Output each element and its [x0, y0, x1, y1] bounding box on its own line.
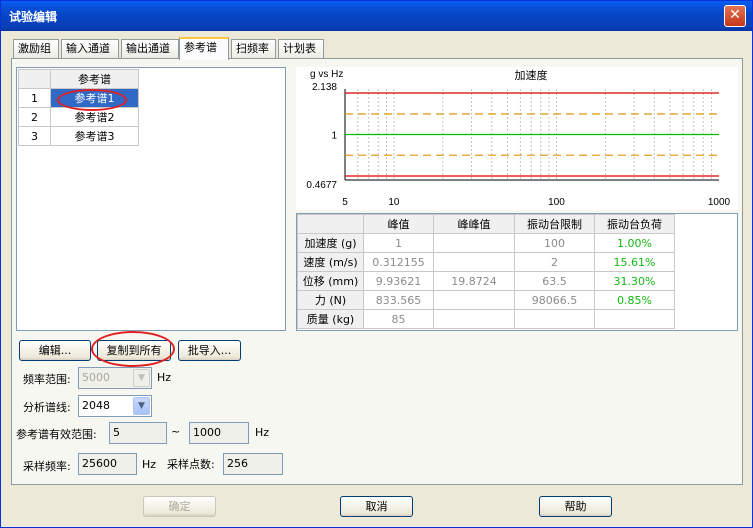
edit-button[interactable]: 编辑...: [19, 340, 91, 361]
x-tick-label: 10: [388, 197, 400, 208]
cell-load: 15.61%: [594, 252, 675, 272]
cell-peak-to-peak: 19.8724: [433, 271, 515, 291]
valid-range-unit: Hz: [255, 426, 270, 439]
cell-limit: 98066.5: [514, 290, 595, 310]
table-row[interactable]: 3 参考谱3: [18, 126, 139, 146]
sample-points-field[interactable]: 256: [223, 453, 283, 475]
cell-peak-to-peak: [433, 290, 515, 310]
table-row: 力 (N) 833.565 98066.5 0.85%: [297, 290, 675, 310]
chart-svg: 加速度 g vs Hz 2.138 1 0.4677 5 10 100 1000: [306, 68, 731, 208]
cell-peak-to-peak: [433, 233, 515, 253]
help-button[interactable]: 帮助: [539, 496, 612, 517]
freq-range-value: 5000: [82, 371, 110, 384]
valid-range-label: 参考谱有效范围:: [16, 428, 97, 441]
table-row[interactable]: 2 参考谱2: [18, 107, 139, 127]
y-axis-label: g vs Hz: [310, 69, 343, 80]
row-index: 3: [18, 126, 51, 146]
cell-peak-to-peak: [433, 252, 515, 272]
sample-rate-unit: Hz: [142, 458, 157, 471]
freq-range-label: 频率范围:: [23, 373, 71, 386]
cell-load: [594, 309, 675, 329]
row-index: 1: [18, 88, 51, 108]
highlight-annotation: [91, 331, 175, 367]
cell-peak-to-peak: [433, 309, 515, 329]
row-name[interactable]: 参考谱3: [50, 126, 139, 146]
cell-peak: 0.312155: [363, 252, 434, 272]
row-label: 位移 (mm): [297, 271, 364, 291]
tab-excitation-group[interactable]: 激励组: [13, 39, 59, 59]
cell-peak: 85: [363, 309, 434, 329]
column-header-peak-to-peak: 峰峰值: [433, 214, 515, 234]
column-header-shaker-limit: 振动台限制: [514, 214, 595, 234]
column-header-name[interactable]: 参考谱: [50, 69, 139, 89]
cell-load: 1.00%: [594, 233, 675, 253]
table-row: 位移 (mm) 9.93621 19.8724 63.5 31.30%: [297, 271, 675, 291]
metrics-table: 峰值 峰峰值 振动台限制 振动台负荷 加速度 (g) 1 100 1.00% 速…: [297, 214, 675, 329]
sample-points-label: 采样点数:: [167, 458, 215, 471]
chart-title: 加速度: [515, 68, 548, 82]
freq-range-select[interactable]: 5000 ▼: [78, 367, 152, 389]
chevron-down-icon[interactable]: ▼: [133, 397, 150, 415]
metrics-grid[interactable]: 峰值 峰峰值 振动台限制 振动台负荷 加速度 (g) 1 100 1.00% 速…: [296, 213, 738, 331]
y-tick-label: 0.4677: [306, 180, 337, 191]
ok-button[interactable]: 确定: [143, 496, 216, 517]
table-row: 质量 (kg) 85: [297, 309, 675, 329]
sample-rate-field[interactable]: 25600: [78, 453, 137, 475]
freq-range-unit: Hz: [157, 371, 172, 384]
y-tick-label: 1: [331, 130, 337, 141]
cell-limit: 100: [514, 233, 595, 253]
column-header-shaker-load: 振动台负荷: [594, 214, 675, 234]
analysis-lines-value: 2048: [82, 399, 110, 412]
column-header-peak: 峰值: [363, 214, 434, 234]
x-tick-label: 5: [342, 197, 348, 208]
chevron-down-icon[interactable]: ▼: [133, 369, 150, 387]
cell-limit: 63.5: [514, 271, 595, 291]
x-tick-label: 1000: [708, 197, 731, 208]
cell-load: 0.85%: [594, 290, 675, 310]
sample-rate-label: 采样频率:: [23, 460, 71, 473]
acceleration-chart: 加速度 g vs Hz 2.138 1 0.4677 5 10 100 1000: [296, 67, 738, 210]
y-tick-label: 2.138: [312, 82, 337, 93]
row-label: 质量 (kg): [297, 309, 364, 329]
table-row: 速度 (m/s) 0.312155 2 15.61%: [297, 252, 675, 272]
close-button[interactable]: ✕: [724, 5, 746, 27]
valid-range-from-field[interactable]: 5: [109, 422, 167, 444]
highlight-annotation: [57, 89, 127, 111]
cell-load: 31.30%: [594, 271, 675, 291]
reference-spectrum-list[interactable]: 参考谱 1 参考谱1 2 参考谱2 3 参考谱3: [16, 67, 286, 331]
cell-peak: 9.93621: [363, 271, 434, 291]
cell-limit: [514, 309, 595, 329]
tab-schedule[interactable]: 计划表: [278, 39, 324, 59]
row-label: 加速度 (g): [297, 233, 364, 253]
tab-reference-spectrum[interactable]: 参考谱: [179, 37, 229, 60]
batch-import-button[interactable]: 批导入...: [178, 340, 241, 361]
row-label: 力 (N): [297, 290, 364, 310]
tab-input-channels[interactable]: 输入通道: [61, 39, 119, 59]
title-bar[interactable]: 试验编辑 ✕: [1, 1, 752, 31]
metrics-corner: [297, 214, 364, 234]
valid-range-to-field[interactable]: 1000: [189, 422, 249, 444]
cell-peak: 833.565: [363, 290, 434, 310]
row-label: 速度 (m/s): [297, 252, 364, 272]
x-tick-label: 100: [548, 197, 565, 208]
cell-peak: 1: [363, 233, 434, 253]
range-separator: ~: [171, 425, 181, 438]
table-row: 加速度 (g) 1 100 1.00%: [297, 233, 675, 253]
window-title: 试验编辑: [9, 10, 58, 24]
test-edit-dialog: 试验编辑 ✕ 激励组 输入通道 输出通道 参考谱 扫频率 计划表 参考谱 1 参…: [0, 0, 753, 528]
cell-limit: 2: [514, 252, 595, 272]
tab-output-channels[interactable]: 输出通道: [121, 39, 179, 59]
analysis-lines-label: 分析谱线:: [23, 401, 71, 414]
tab-sweep-rate[interactable]: 扫频率: [231, 39, 276, 59]
table-corner: [18, 69, 51, 89]
analysis-lines-select[interactable]: 2048 ▼: [78, 395, 152, 417]
row-index: 2: [18, 107, 51, 127]
cancel-button[interactable]: 取消: [340, 496, 413, 517]
